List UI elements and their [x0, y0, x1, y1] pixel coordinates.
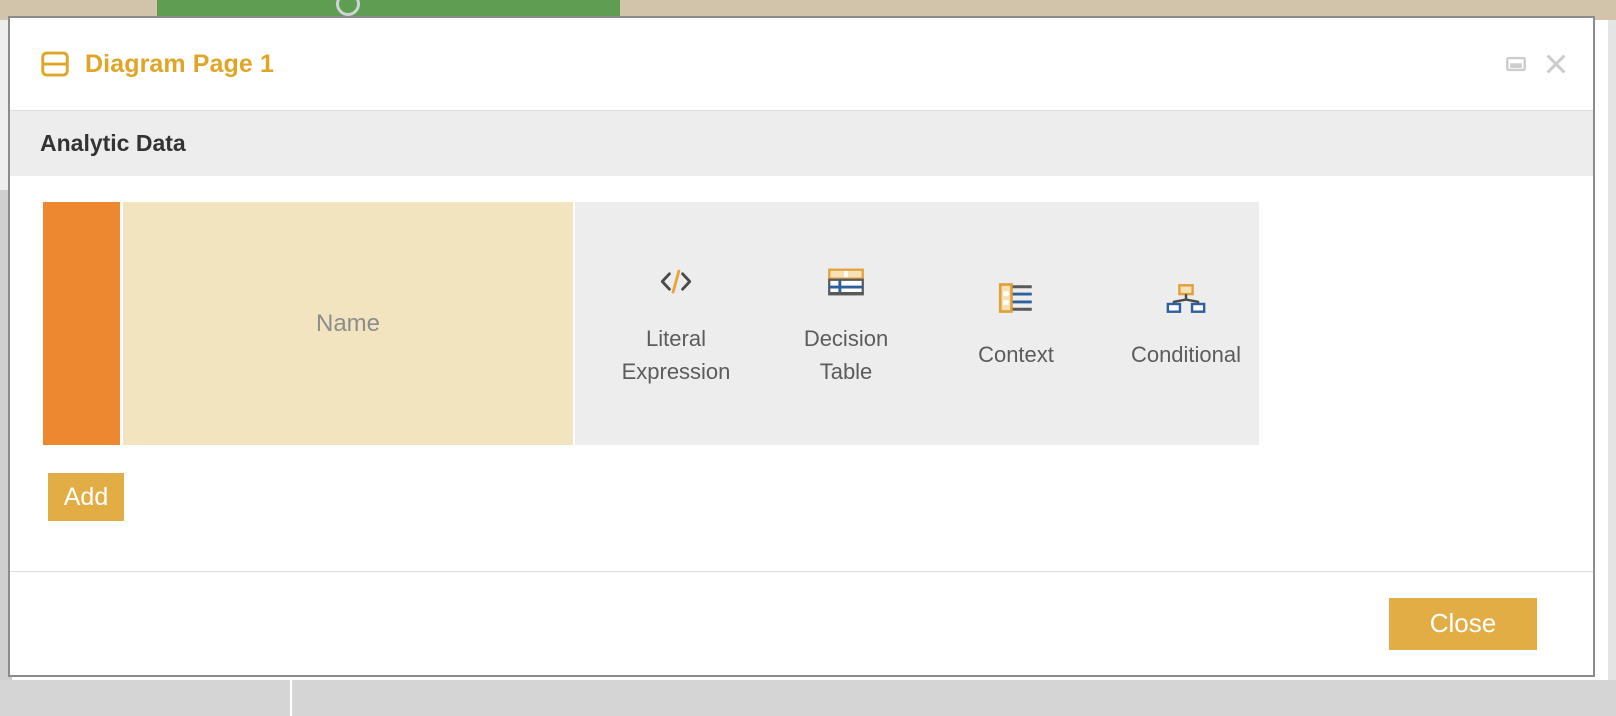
section-header: Analytic Data	[10, 110, 1593, 176]
modal-body: Name Literal Expression Decision Table C…	[10, 176, 1593, 571]
section-title: Analytic Data	[40, 130, 186, 156]
conditional-tree-icon	[1165, 276, 1207, 320]
expression-type-decision-table[interactable]: Decision Table	[785, 260, 907, 388]
expression-type-label: Conditional	[1130, 342, 1242, 367]
type-label-line1: Decision	[803, 325, 889, 351]
expression-type-label: Context	[978, 342, 1054, 367]
expression-type-label: Decision Table	[804, 322, 888, 388]
expression-type-panel: Literal Expression Decision Table Contex…	[575, 202, 1259, 445]
type-label-line1: Literal	[646, 325, 706, 351]
type-label-line2: Table	[819, 358, 873, 384]
type-label-line2: Expression	[621, 358, 731, 384]
add-button[interactable]: Add	[48, 473, 124, 521]
background-progress-bar	[157, 0, 620, 16]
window-controls	[1505, 53, 1567, 75]
diagram-page-icon	[40, 49, 70, 79]
expression-type-conditional[interactable]: Conditional	[1125, 276, 1247, 371]
expression-type-label: Literal Expression	[622, 322, 731, 388]
code-brackets-icon	[654, 260, 698, 304]
modal-header: Diagram Page 1	[10, 18, 1593, 110]
background-bottom-strip	[0, 680, 1616, 716]
expression-type-context[interactable]: Context	[955, 276, 1077, 371]
background-bottom-divider	[290, 680, 292, 716]
context-list-icon	[998, 276, 1034, 320]
page-title: Diagram Page 1	[85, 49, 274, 78]
page-root: Diagram Page 1 Analytic Data Name Litera…	[0, 0, 1616, 716]
close-x-icon[interactable]	[1545, 53, 1567, 75]
restore-window-icon[interactable]	[1505, 53, 1527, 75]
diagram-page-modal: Diagram Page 1 Analytic Data Name Litera…	[8, 16, 1595, 677]
analytic-data-entry-row: Name Literal Expression Decision Table C…	[43, 202, 1259, 445]
modal-footer: Close	[10, 571, 1593, 675]
name-input[interactable]: Name	[123, 202, 573, 445]
background-right-edge	[1608, 20, 1616, 680]
decision-table-icon	[827, 260, 865, 304]
expression-type-literal-expression[interactable]: Literal Expression	[615, 260, 737, 388]
close-button[interactable]: Close	[1389, 597, 1537, 650]
modal-title-group: Diagram Page 1	[40, 49, 274, 79]
entry-accent-bar	[43, 202, 120, 445]
name-input-placeholder: Name	[315, 309, 381, 337]
